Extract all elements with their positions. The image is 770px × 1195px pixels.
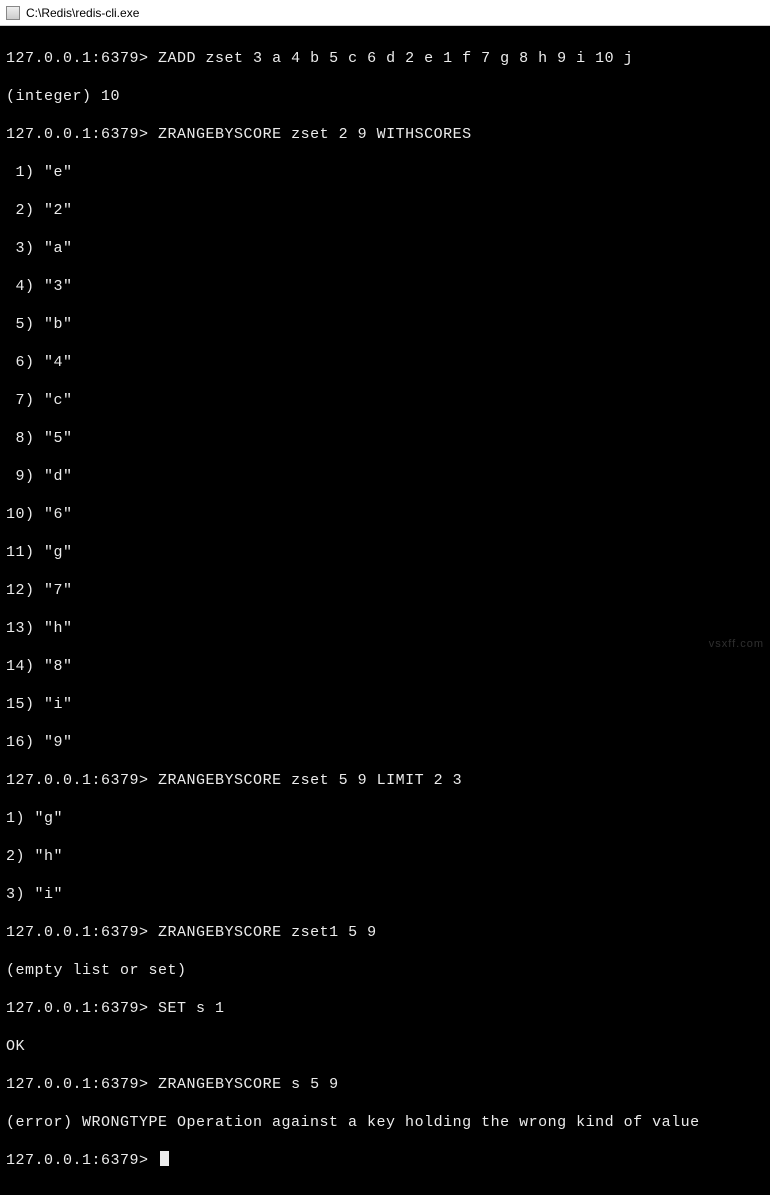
output-line: 16) "9": [6, 733, 764, 752]
output-line: 3) "i": [6, 885, 764, 904]
output-line: 11) "g": [6, 543, 764, 562]
output-line: 7) "c": [6, 391, 764, 410]
output-line: 8) "5": [6, 429, 764, 448]
cmd-line: 127.0.0.1:6379> ZRANGEBYSCORE zset1 5 9: [6, 923, 764, 942]
window-title: C:\Redis\redis-cli.exe: [26, 6, 139, 20]
output-line: 6) "4": [6, 353, 764, 372]
output-line: 2) "h": [6, 847, 764, 866]
output-line: 2) "2": [6, 201, 764, 220]
watermark: vsxff.com: [709, 638, 764, 650]
output-line: 14) "8": [6, 657, 764, 676]
cmd-line: 127.0.0.1:6379> ZRANGEBYSCORE s 5 9: [6, 1075, 764, 1094]
output-line: (error) WRONGTYPE Operation against a ke…: [6, 1113, 764, 1132]
terminal-output[interactable]: 127.0.0.1:6379> ZADD zset 3 a 4 b 5 c 6 …: [0, 26, 770, 1195]
output-line: 4) "3": [6, 277, 764, 296]
output-line: 13) "h": [6, 619, 764, 638]
output-line: OK: [6, 1037, 764, 1056]
output-line: (integer) 10: [6, 87, 764, 106]
output-line: 1) "g": [6, 809, 764, 828]
output-line: 12) "7": [6, 581, 764, 600]
cmd-line: 127.0.0.1:6379> ZADD zset 3 a 4 b 5 c 6 …: [6, 49, 764, 68]
output-line: (empty list or set): [6, 961, 764, 980]
output-line: 9) "d": [6, 467, 764, 486]
output-line: 3) "a": [6, 239, 764, 258]
output-line: 10) "6": [6, 505, 764, 524]
cmd-line: 127.0.0.1:6379> ZRANGEBYSCORE zset 5 9 L…: [6, 771, 764, 790]
cursor: [160, 1151, 169, 1166]
output-line: 5) "b": [6, 315, 764, 334]
cmd-line: 127.0.0.1:6379> SET s 1: [6, 999, 764, 1018]
app-icon: [6, 6, 20, 20]
output-line: 15) "i": [6, 695, 764, 714]
cmd-line: 127.0.0.1:6379> ZRANGEBYSCORE zset 2 9 W…: [6, 125, 764, 144]
output-line: 1) "e": [6, 163, 764, 182]
window-titlebar[interactable]: C:\Redis\redis-cli.exe: [0, 0, 770, 26]
prompt-line[interactable]: 127.0.0.1:6379>: [6, 1151, 764, 1170]
